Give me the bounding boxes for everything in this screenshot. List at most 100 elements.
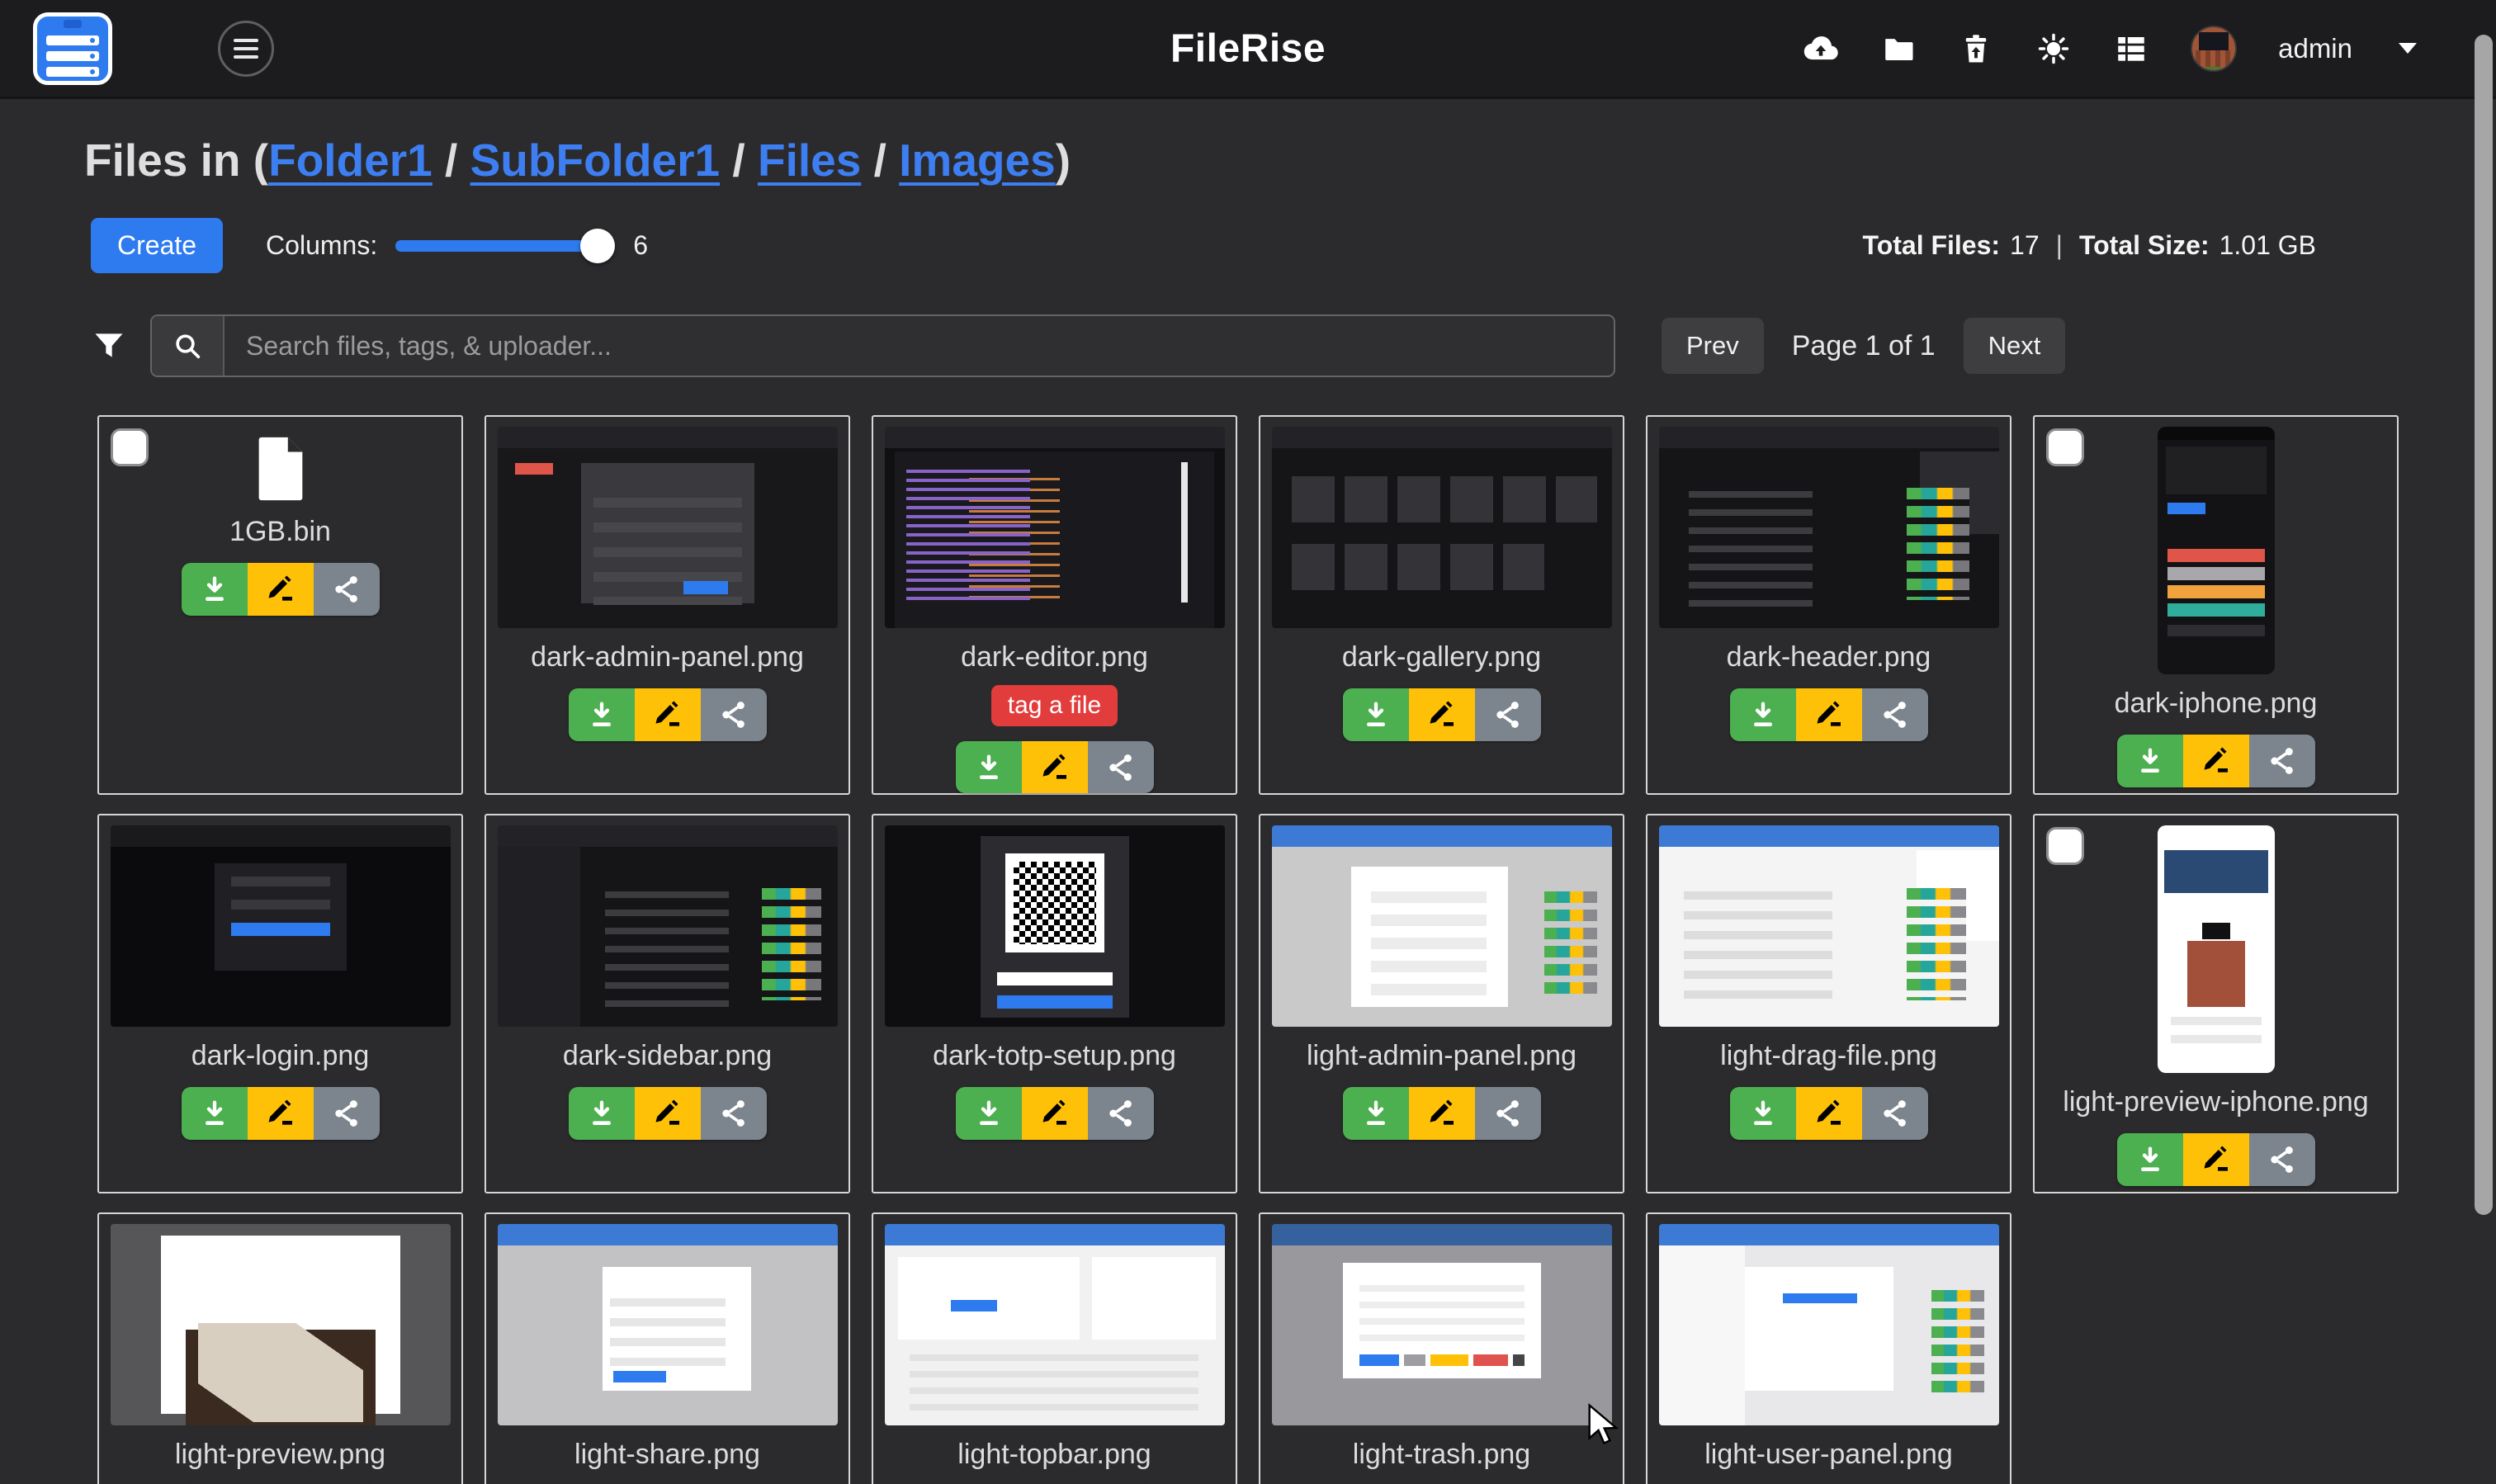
download-button[interactable]: [2117, 735, 2183, 787]
chevron-down-icon[interactable]: [2399, 43, 2417, 54]
share-button[interactable]: [701, 1087, 767, 1140]
create-button[interactable]: Create: [91, 218, 223, 273]
edit-button[interactable]: [1022, 1087, 1088, 1140]
breadcrumb-link-images[interactable]: Images: [899, 135, 1056, 186]
edit-button[interactable]: [635, 688, 701, 741]
file-actions: [182, 563, 380, 616]
edit-button[interactable]: [2183, 1133, 2249, 1186]
file-thumbnail[interactable]: [498, 825, 838, 1027]
file-thumbnail[interactable]: [498, 1224, 838, 1425]
file-thumbnail[interactable]: [1272, 1224, 1612, 1425]
main-content: Files in (Folder1 / SubFolder1 / Files /…: [0, 134, 2496, 1484]
share-button[interactable]: [2249, 735, 2315, 787]
download-button[interactable]: [1343, 688, 1409, 741]
edit-button[interactable]: [248, 563, 314, 616]
file-icon: [251, 435, 310, 503]
total-files-value: 17: [2010, 230, 2040, 261]
file-name: dark-sidebar.png: [563, 1040, 772, 1072]
folder-icon[interactable]: [1880, 31, 1917, 67]
edit-button[interactable]: [1409, 688, 1475, 741]
file-thumbnail[interactable]: [885, 1224, 1225, 1425]
search-input[interactable]: [225, 316, 1614, 376]
file-thumbnail[interactable]: [885, 825, 1225, 1027]
file-checkbox[interactable]: [111, 428, 149, 466]
upload-cloud-icon[interactable]: [1803, 31, 1839, 67]
file-card: light-trash.png: [1259, 1212, 1624, 1484]
share-button[interactable]: [1475, 1087, 1541, 1140]
download-button[interactable]: [1730, 688, 1796, 741]
share-button[interactable]: [1475, 688, 1541, 741]
download-button[interactable]: [1730, 1087, 1796, 1140]
file-name: dark-header.png: [1727, 641, 1931, 673]
file-name: light-topbar.png: [957, 1439, 1151, 1471]
download-button[interactable]: [1343, 1087, 1409, 1140]
file-card: light-preview-iphone.png: [2033, 814, 2399, 1193]
columns-slider-thumb[interactable]: [580, 229, 615, 263]
search-group: [150, 314, 1615, 377]
breadcrumb: Files in (Folder1 / SubFolder1 / Files /…: [84, 134, 2405, 187]
share-button[interactable]: [1862, 688, 1928, 741]
download-button[interactable]: [956, 1087, 1022, 1140]
header-actions: admin: [1803, 26, 2463, 72]
file-name: light-trash.png: [1353, 1439, 1530, 1471]
download-button[interactable]: [182, 563, 248, 616]
share-button[interactable]: [314, 563, 380, 616]
next-page-button[interactable]: Next: [1964, 318, 2066, 374]
list-view-icon[interactable]: [2113, 31, 2149, 67]
file-thumbnail[interactable]: [2158, 427, 2275, 674]
filerise-logo-icon[interactable]: [33, 12, 112, 85]
file-checkbox[interactable]: [2046, 428, 2084, 466]
search-icon: [152, 316, 225, 376]
share-button[interactable]: [1088, 741, 1154, 793]
download-button[interactable]: [182, 1087, 248, 1140]
file-card: dark-header.png: [1646, 415, 2011, 795]
username-label[interactable]: admin: [2278, 33, 2352, 64]
file-thumbnail[interactable]: [1659, 427, 1999, 628]
theme-sun-icon[interactable]: [2035, 31, 2072, 67]
file-tag-badge[interactable]: tag a file: [991, 685, 1118, 726]
download-button[interactable]: [2117, 1133, 2183, 1186]
breadcrumb-link-files[interactable]: Files: [758, 135, 861, 186]
file-thumbnail[interactable]: [111, 825, 451, 1027]
file-thumbnail[interactable]: [1272, 825, 1612, 1027]
share-button[interactable]: [2249, 1133, 2315, 1186]
prev-page-button[interactable]: Prev: [1662, 318, 1764, 374]
page-scrollbar[interactable]: [2475, 35, 2493, 1215]
download-button[interactable]: [569, 1087, 635, 1140]
file-card: dark-gallery.png: [1259, 415, 1624, 795]
file-thumbnail[interactable]: [498, 427, 838, 628]
share-button[interactable]: [1088, 1087, 1154, 1140]
file-thumbnail[interactable]: [1659, 1224, 1999, 1425]
edit-button[interactable]: [1796, 1087, 1862, 1140]
file-thumbnail[interactable]: [2158, 825, 2275, 1073]
app-title: FileRise: [1170, 26, 1326, 71]
edit-button[interactable]: [1409, 1087, 1475, 1140]
file-thumbnail[interactable]: [111, 1224, 451, 1425]
share-button[interactable]: [314, 1087, 380, 1140]
file-name: dark-editor.png: [961, 641, 1148, 673]
file-thumbnail[interactable]: [885, 427, 1225, 628]
edit-button[interactable]: [635, 1087, 701, 1140]
edit-button[interactable]: [1022, 741, 1088, 793]
edit-button[interactable]: [248, 1087, 314, 1140]
file-thumbnail[interactable]: [1272, 427, 1612, 628]
file-card: light-topbar.png: [872, 1212, 1237, 1484]
breadcrumb-link-folder1[interactable]: Folder1: [268, 135, 433, 186]
download-button[interactable]: [569, 688, 635, 741]
file-actions: [569, 688, 767, 741]
file-thumbnail[interactable]: [1659, 825, 1999, 1027]
breadcrumb-link-subfolder1[interactable]: SubFolder1: [470, 135, 721, 186]
trash-restore-icon[interactable]: [1958, 31, 1994, 67]
file-actions: [1343, 1087, 1541, 1140]
share-button[interactable]: [701, 688, 767, 741]
file-checkbox[interactable]: [2046, 827, 2084, 865]
edit-button[interactable]: [1796, 688, 1862, 741]
columns-slider[interactable]: [395, 240, 612, 252]
user-avatar[interactable]: [2191, 26, 2237, 72]
download-button[interactable]: [956, 741, 1022, 793]
menu-button[interactable]: [218, 21, 274, 77]
edit-button[interactable]: [2183, 735, 2249, 787]
share-button[interactable]: [1862, 1087, 1928, 1140]
filter-funnel-icon[interactable]: [91, 328, 127, 364]
columns-value: 6: [633, 230, 648, 261]
